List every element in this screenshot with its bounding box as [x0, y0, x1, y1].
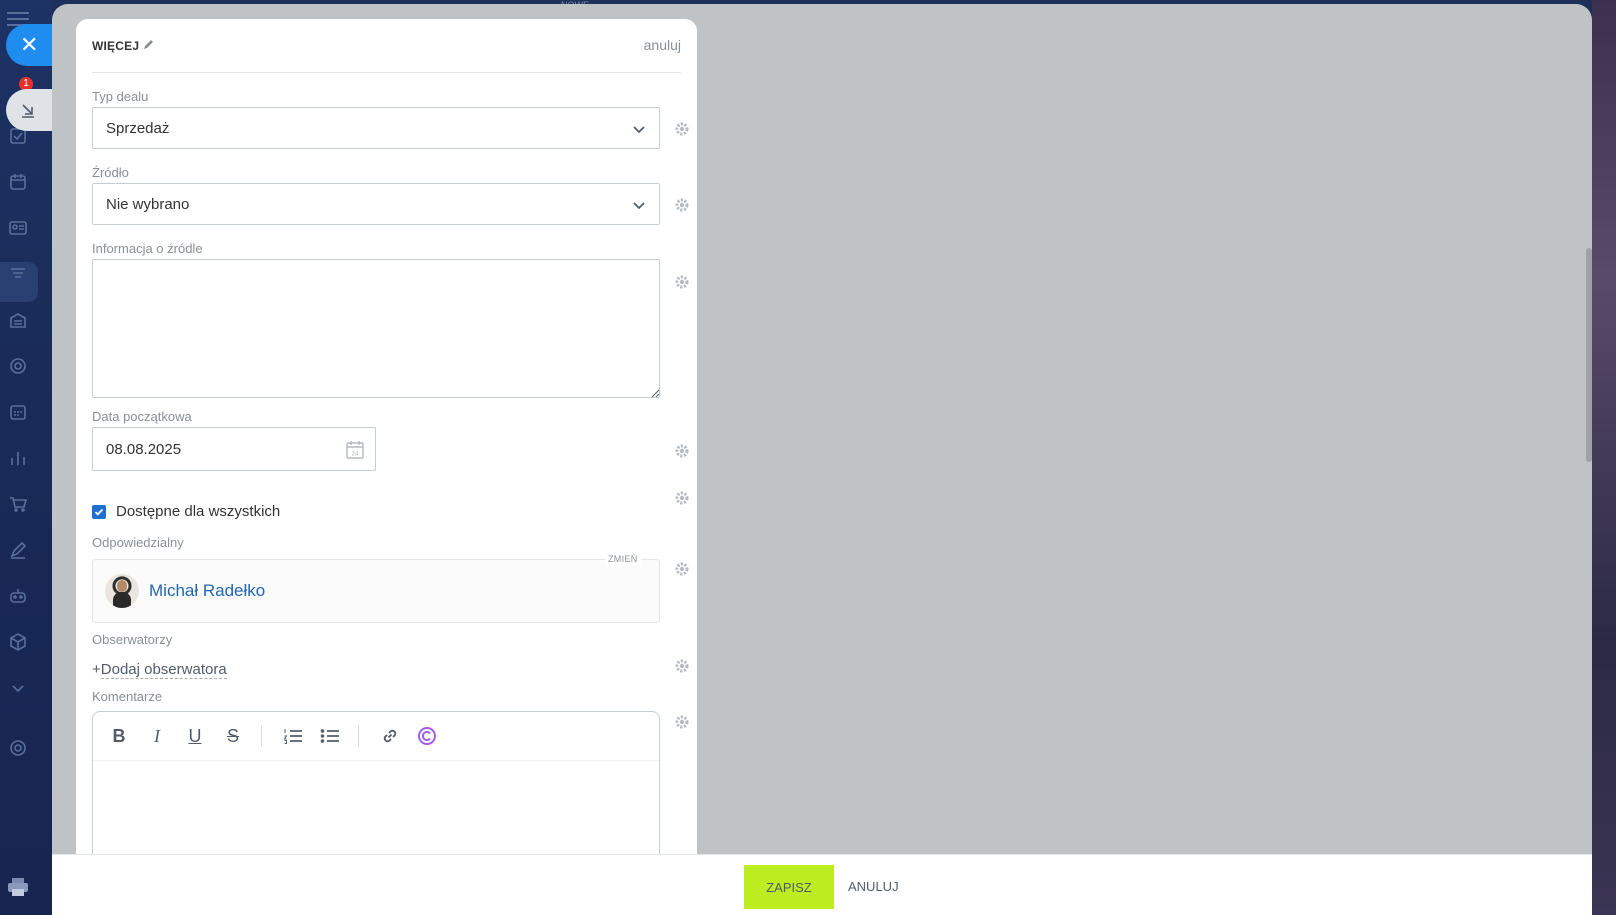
store-icon[interactable]	[6, 308, 30, 332]
cancel-button[interactable]: ANULUJ	[848, 865, 899, 909]
source-settings-gear-icon[interactable]	[674, 197, 690, 213]
available-to-all-checkbox[interactable]	[92, 504, 106, 519]
sign-icon[interactable]	[6, 538, 30, 562]
source-value: Nie wybrano	[106, 195, 190, 213]
source-info-settings-gear-icon[interactable]	[674, 274, 690, 290]
left-navigation-rail	[0, 0, 52, 915]
close-slider-button[interactable]: ✕	[6, 24, 52, 66]
close-icon: ✕	[20, 32, 39, 57]
section-cancel-link[interactable]: anuluj	[644, 37, 681, 53]
change-responsible-link[interactable]: ZMIEŃ	[605, 554, 641, 564]
responsible-name-link[interactable]: Michał Radełko	[149, 581, 265, 601]
link-icon[interactable]	[378, 724, 402, 748]
settings-icon[interactable]	[6, 736, 30, 760]
resize-handle-icon[interactable]	[651, 389, 660, 398]
crm-funnel-icon[interactable]	[6, 262, 30, 286]
booking-calendar-icon[interactable]	[6, 400, 30, 424]
comments-label: Komentarze	[92, 689, 163, 704]
bold-icon[interactable]: B	[107, 724, 131, 748]
source-info-textarea[interactable]	[92, 259, 660, 398]
contact-card-icon[interactable]	[6, 216, 30, 240]
source-select[interactable]: Nie wybrano	[92, 183, 660, 225]
comments-settings-gear-icon[interactable]	[674, 714, 690, 730]
deal-type-label: Typ dealu	[92, 89, 149, 104]
deal-type-value: Sprzedaż	[106, 119, 170, 137]
more-section-card: WIĘCEJ anuluj Typ dealu Sprzedaż Źródło …	[76, 19, 697, 911]
source-label: Źródło	[92, 165, 129, 180]
source-info-label: Informacja o źródle	[92, 241, 203, 256]
robot-icon[interactable]	[6, 584, 30, 608]
calendar-picker-icon[interactable]: 24	[345, 440, 365, 460]
copilot-icon[interactable]	[415, 724, 439, 748]
edit-pencil-icon[interactable]	[142, 37, 156, 51]
minimize-slider-button[interactable]	[6, 89, 52, 131]
italic-icon[interactable]: I	[145, 724, 169, 748]
add-watcher-label: Dodaj obserwatora	[100, 661, 227, 679]
deal-type-select[interactable]: Sprzedaż	[92, 107, 660, 149]
strikethrough-icon[interactable]: S	[221, 724, 245, 748]
avatar	[105, 574, 139, 608]
printer-icon[interactable]	[7, 877, 29, 897]
chevron-down-icon	[633, 202, 645, 210]
chevron-down-icon	[633, 126, 645, 134]
shop-cart-icon[interactable]	[6, 492, 30, 516]
add-watcher-plus: +	[92, 661, 101, 678]
start-date-value: 08.08.2025	[106, 440, 182, 458]
toolbar-divider	[358, 726, 359, 746]
available-to-all-row: Dostępne dla wszystkich	[92, 503, 280, 520]
calendar-day-number: 24	[352, 452, 359, 458]
scrollbar-thumb[interactable]	[1586, 248, 1592, 462]
bullet-list-icon[interactable]	[318, 724, 342, 748]
start-date-label: Data początkowa	[92, 409, 192, 424]
slider-footer: ZAPISZ ANULUJ	[52, 855, 1592, 915]
watchers-settings-gear-icon[interactable]	[674, 658, 690, 674]
background-wallpaper	[1592, 0, 1616, 915]
start-date-settings-gear-icon[interactable]	[674, 443, 690, 459]
section-title: WIĘCEJ	[92, 39, 140, 53]
analytics-icon[interactable]	[6, 446, 30, 470]
watchers-label: Obserwatorzy	[92, 632, 173, 647]
numbered-list-icon[interactable]	[281, 724, 305, 748]
package-icon[interactable]	[6, 630, 30, 654]
start-date-input[interactable]: 08.08.2025 24	[92, 427, 376, 471]
available-to-all-label[interactable]: Dostępne dla wszystkich	[116, 503, 280, 520]
goals-icon[interactable]	[6, 354, 30, 378]
save-button[interactable]: ZAPISZ	[744, 865, 834, 909]
deal-type-settings-gear-icon[interactable]	[674, 121, 690, 137]
section-header: WIĘCEJ anuluj	[92, 19, 681, 73]
calendar-icon[interactable]	[6, 170, 30, 194]
minimize-arrow-icon	[22, 104, 34, 118]
add-watcher-link[interactable]: +Dodaj obserwatora	[92, 661, 227, 679]
deal-slider-panel: WIĘCEJ anuluj Typ dealu Sprzedaż Źródło …	[52, 4, 1592, 915]
checkmark-icon	[94, 508, 104, 516]
underline-icon[interactable]: U	[183, 724, 207, 748]
toolbar-divider	[261, 726, 262, 746]
available-settings-gear-icon[interactable]	[674, 490, 690, 506]
responsible-box: Michał Radełko	[92, 559, 660, 623]
chevron-down-icon[interactable]	[6, 676, 30, 700]
responsible-label: Odpowiedzialny	[92, 535, 184, 550]
responsible-settings-gear-icon[interactable]	[674, 561, 690, 577]
editor-toolbar: B I U S	[93, 712, 659, 761]
